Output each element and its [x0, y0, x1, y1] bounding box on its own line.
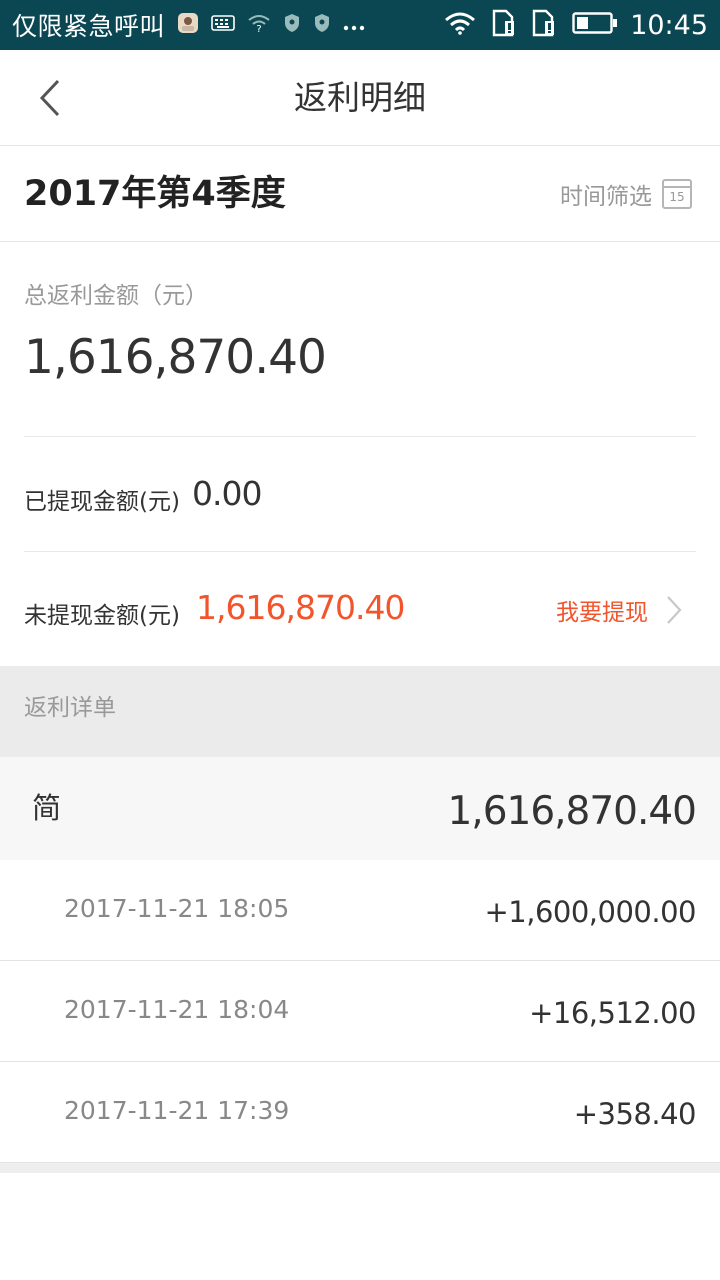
page-title: 返利明细	[294, 78, 426, 117]
shield-icon	[313, 13, 331, 37]
avatar-icon	[177, 12, 199, 38]
transaction-row[interactable]: 2017-11-21 18:04 +16,512.00	[0, 961, 720, 1062]
more-icon	[343, 16, 365, 35]
transaction-amount: +1,600,000.00	[484, 895, 696, 929]
svg-text:?: ?	[256, 24, 261, 33]
group-total: 1,616,870.40	[447, 789, 697, 834]
detail-section-header: 返利详单	[0, 666, 720, 757]
transaction-row[interactable]: 2017-11-21 18:05 +1,600,000.00	[0, 860, 720, 961]
time-filter-label: 时间筛选	[560, 184, 652, 210]
transaction-row[interactable]: 2017-11-21 17:39 +358.40	[0, 1062, 720, 1163]
sim-icon	[492, 9, 516, 41]
group-label: 简	[32, 791, 62, 825]
time-filter-button[interactable]: 时间筛选 15	[560, 176, 692, 212]
back-button[interactable]	[26, 74, 74, 122]
withdrawn-value: 0.00	[192, 474, 262, 513]
wifi-question-icon: ?	[247, 13, 271, 37]
carrier-text: 仅限紧急呼叫	[12, 12, 166, 41]
withdraw-label: 我要提现	[556, 600, 648, 626]
battery-icon	[572, 11, 618, 39]
nav-bar: 返利明细	[0, 50, 720, 146]
calendar-day: 15	[669, 190, 685, 204]
period-header: 2017年第4季度 时间筛选 15	[0, 146, 720, 242]
calendar-icon: 15	[662, 179, 692, 209]
sim-icon	[532, 9, 556, 41]
transaction-amount: +358.40	[573, 1097, 697, 1131]
pending-value: 1,616,870.40	[196, 588, 405, 627]
status-bar: 仅限紧急呼叫 ? 10:45	[0, 0, 720, 50]
keyboard-icon	[211, 14, 235, 36]
withdraw-button[interactable]: 我要提现	[556, 592, 682, 628]
transaction-date: 2017-11-21 18:05	[64, 894, 290, 923]
list-footer-divider	[0, 1163, 720, 1173]
group-row[interactable]: 简 1,616,870.40	[0, 757, 720, 860]
shield-icon	[283, 13, 301, 37]
detail-section-title: 返利详单	[24, 695, 116, 721]
clock-time: 10:45	[630, 9, 708, 41]
total-rebate-value: 1,616,870.40	[24, 330, 327, 385]
chevron-left-icon	[39, 79, 60, 117]
pending-label: 未提现金额(元)	[24, 603, 180, 629]
chevron-right-icon	[667, 596, 682, 624]
transaction-date: 2017-11-21 18:04	[64, 995, 290, 1024]
total-rebate-label: 总返利金额（元）	[24, 283, 208, 309]
divider	[24, 436, 696, 437]
period-title: 2017年第4季度	[24, 174, 286, 214]
wifi-icon	[444, 11, 476, 39]
withdrawn-label: 已提现金额(元)	[24, 489, 180, 515]
transaction-date: 2017-11-21 17:39	[64, 1096, 290, 1125]
divider	[24, 551, 696, 552]
transaction-amount: +16,512.00	[529, 996, 696, 1030]
